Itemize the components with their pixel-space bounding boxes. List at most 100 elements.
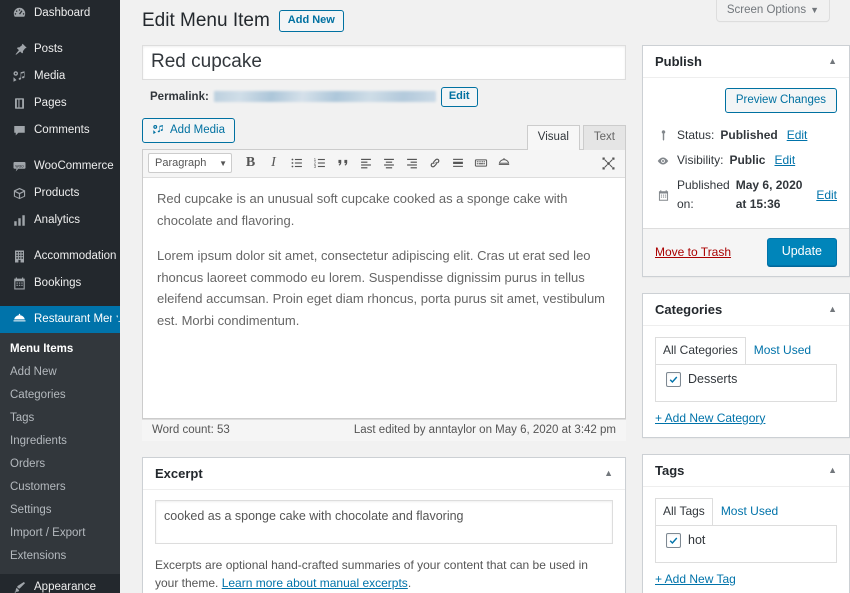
bulleted-list-icon[interactable] bbox=[285, 153, 308, 173]
sidebar-item-label: Pages bbox=[34, 96, 67, 109]
submenu-item-tags[interactable]: Tags bbox=[0, 407, 120, 430]
submenu-item-add-new[interactable]: Add New bbox=[0, 361, 120, 384]
minor-publishing-actions: Preview Changes Status: Published Edit V… bbox=[643, 78, 849, 229]
category-item-desserts[interactable]: Desserts bbox=[666, 371, 826, 387]
tab-all-categories[interactable]: All Categories bbox=[655, 337, 746, 364]
restaurant-menu-submenu: Menu Items Add New Categories Tags Ingre… bbox=[0, 333, 120, 574]
submenu-item-ingredients[interactable]: Ingredients bbox=[0, 430, 120, 453]
sidebar-item-comments[interactable]: Comments bbox=[0, 117, 120, 144]
chevron-up-icon[interactable]: ▲ bbox=[828, 305, 837, 314]
tag-item-hot[interactable]: hot bbox=[666, 532, 826, 548]
submenu-item-customers[interactable]: Customers bbox=[0, 476, 120, 499]
keyboard-shortcuts-icon[interactable] bbox=[469, 153, 492, 173]
sidebar-item-products[interactable]: Products bbox=[0, 180, 120, 207]
preview-row: Preview Changes bbox=[655, 87, 837, 113]
numbered-list-icon[interactable]: 123 bbox=[308, 153, 331, 173]
chevron-up-icon[interactable]: ▲ bbox=[828, 56, 837, 66]
bold-icon[interactable]: B bbox=[239, 153, 262, 173]
excerpt-box-body: Excerpts are optional hand-crafted summa… bbox=[143, 490, 625, 593]
publish-box-body: Preview Changes Status: Published Edit V… bbox=[643, 78, 849, 277]
edit-permalink-button[interactable]: Edit bbox=[440, 86, 478, 107]
tab-most-used-categories[interactable]: Most Used bbox=[746, 337, 819, 364]
sidebar-item-label: Comments bbox=[34, 123, 90, 136]
categories-box-header[interactable]: Categories ▲ bbox=[643, 294, 849, 327]
submenu-item-categories[interactable]: Categories bbox=[0, 384, 120, 407]
sidebar-item-woocommerce[interactable]: woo WooCommerce bbox=[0, 153, 120, 180]
align-right-icon[interactable] bbox=[400, 153, 423, 173]
sidebar-item-pages[interactable]: Pages bbox=[0, 90, 120, 117]
tab-most-used-tags[interactable]: Most Used bbox=[713, 498, 786, 525]
submenu-item-import-export[interactable]: Import / Export bbox=[0, 522, 120, 545]
add-media-label: Add Media bbox=[170, 123, 225, 136]
tags-tabs: All Tags Most Used bbox=[655, 497, 837, 526]
sidebar-item-label: WooCommerce bbox=[34, 159, 114, 172]
menu-separator bbox=[0, 297, 120, 306]
chevron-up-icon[interactable]: ▲ bbox=[828, 465, 837, 475]
post-published-row: Published on: May 6, 2020 at 15:36 Edit bbox=[655, 173, 837, 217]
tab-text[interactable]: Text bbox=[582, 125, 626, 150]
format-select-value: Paragraph bbox=[155, 157, 207, 170]
content-editor: Paragraph ▼ B I 123 Red cupcake is an un… bbox=[142, 148, 626, 419]
sidebar-item-label: Bookings bbox=[34, 276, 82, 289]
screen-options-button[interactable]: Screen Options ▼ bbox=[715, 0, 830, 22]
align-center-icon[interactable] bbox=[377, 153, 400, 173]
checkbox-checked-icon[interactable] bbox=[666, 371, 681, 387]
checkbox-checked-icon[interactable] bbox=[666, 532, 681, 548]
read-more-icon[interactable] bbox=[446, 153, 469, 173]
media-icon bbox=[152, 123, 165, 136]
move-to-trash-link[interactable]: Move to Trash bbox=[655, 245, 731, 259]
excerpt-box-header[interactable]: Excerpt ▲ bbox=[143, 458, 625, 490]
published-value: May 6, 2020 at 15:36 bbox=[735, 178, 803, 212]
last-edited-info: Last edited by anntaylor on May 6, 2020 … bbox=[353, 423, 616, 436]
preview-changes-button[interactable]: Preview Changes bbox=[724, 87, 837, 113]
editor-content-area[interactable]: Red cupcake is an unusual soft cupcake c… bbox=[143, 177, 625, 418]
published-label: Published on: bbox=[677, 178, 730, 212]
admin-page: Dashboard Posts Media Pages Comments woo… bbox=[0, 0, 850, 593]
add-new-category-link[interactable]: + Add New Category bbox=[655, 411, 765, 425]
submenu-item-orders[interactable]: Orders bbox=[0, 453, 120, 476]
edit-published-link[interactable]: Edit bbox=[816, 186, 837, 205]
post-body-content: Permalink: Edit Add Media bbox=[142, 44, 626, 593]
submenu-item-settings[interactable]: Settings bbox=[0, 499, 120, 522]
distraction-free-icon[interactable] bbox=[597, 153, 620, 173]
sidebar-item-accommodation[interactable]: Accommodation bbox=[0, 243, 120, 270]
add-new-button[interactable]: Add New bbox=[278, 10, 344, 33]
sidebar-item-restaurant-menu[interactable]: Restaurant Menu bbox=[0, 306, 120, 333]
tab-visual[interactable]: Visual bbox=[526, 125, 580, 150]
edit-visibility-link[interactable]: Edit bbox=[774, 151, 795, 170]
submenu-item-menu-items[interactable]: Menu Items bbox=[0, 338, 120, 361]
update-button[interactable]: Update bbox=[766, 237, 837, 267]
submenu-item-extensions[interactable]: Extensions bbox=[0, 545, 120, 568]
sidebar-item-dashboard[interactable]: Dashboard bbox=[0, 0, 120, 27]
manual-excerpts-link[interactable]: Learn more about manual excerpts bbox=[222, 576, 408, 590]
sidebar-item-analytics[interactable]: Analytics bbox=[0, 207, 120, 234]
link-icon[interactable] bbox=[423, 153, 446, 173]
editor-paragraph: Red cupcake is an unusual soft cupcake c… bbox=[157, 190, 568, 228]
visibility-value: Public bbox=[729, 152, 766, 167]
sidebar-item-bookings[interactable]: Bookings bbox=[0, 270, 120, 297]
excerpt-textarea[interactable] bbox=[155, 499, 613, 544]
pages-icon bbox=[10, 95, 28, 113]
permalink-label: Permalink: bbox=[150, 90, 209, 103]
permalink-url-redacted[interactable] bbox=[213, 91, 436, 103]
sidebar-item-media[interactable]: Media bbox=[0, 63, 120, 90]
edit-status-link[interactable]: Edit bbox=[787, 126, 808, 145]
tags-box-body: All Tags Most Used hot + Add New Tag bbox=[643, 487, 849, 593]
food-cover-icon[interactable] bbox=[492, 153, 515, 173]
chevron-up-icon[interactable]: ▲ bbox=[604, 468, 613, 478]
sidebar-item-posts[interactable]: Posts bbox=[0, 36, 120, 63]
screen-meta-links: Screen Options ▼ bbox=[715, 0, 830, 22]
add-media-button[interactable]: Add Media bbox=[142, 117, 235, 143]
tab-all-tags[interactable]: All Tags bbox=[655, 497, 713, 525]
tags-box-title: Tags bbox=[655, 462, 685, 478]
blockquote-icon[interactable] bbox=[331, 153, 354, 173]
sidebar-item-label: Accommodation bbox=[34, 249, 117, 262]
post-title-input[interactable] bbox=[142, 44, 626, 80]
tags-box-header[interactable]: Tags ▲ bbox=[643, 455, 849, 487]
add-new-tag-link[interactable]: + Add New Tag bbox=[655, 572, 736, 586]
paragraph-format-select[interactable]: Paragraph ▼ bbox=[148, 153, 232, 174]
align-left-icon[interactable] bbox=[354, 153, 377, 173]
italic-icon[interactable]: I bbox=[262, 153, 285, 173]
sidebar-item-appearance[interactable]: Appearance bbox=[0, 574, 120, 593]
publish-box-header[interactable]: Publish ▲ bbox=[643, 46, 849, 78]
